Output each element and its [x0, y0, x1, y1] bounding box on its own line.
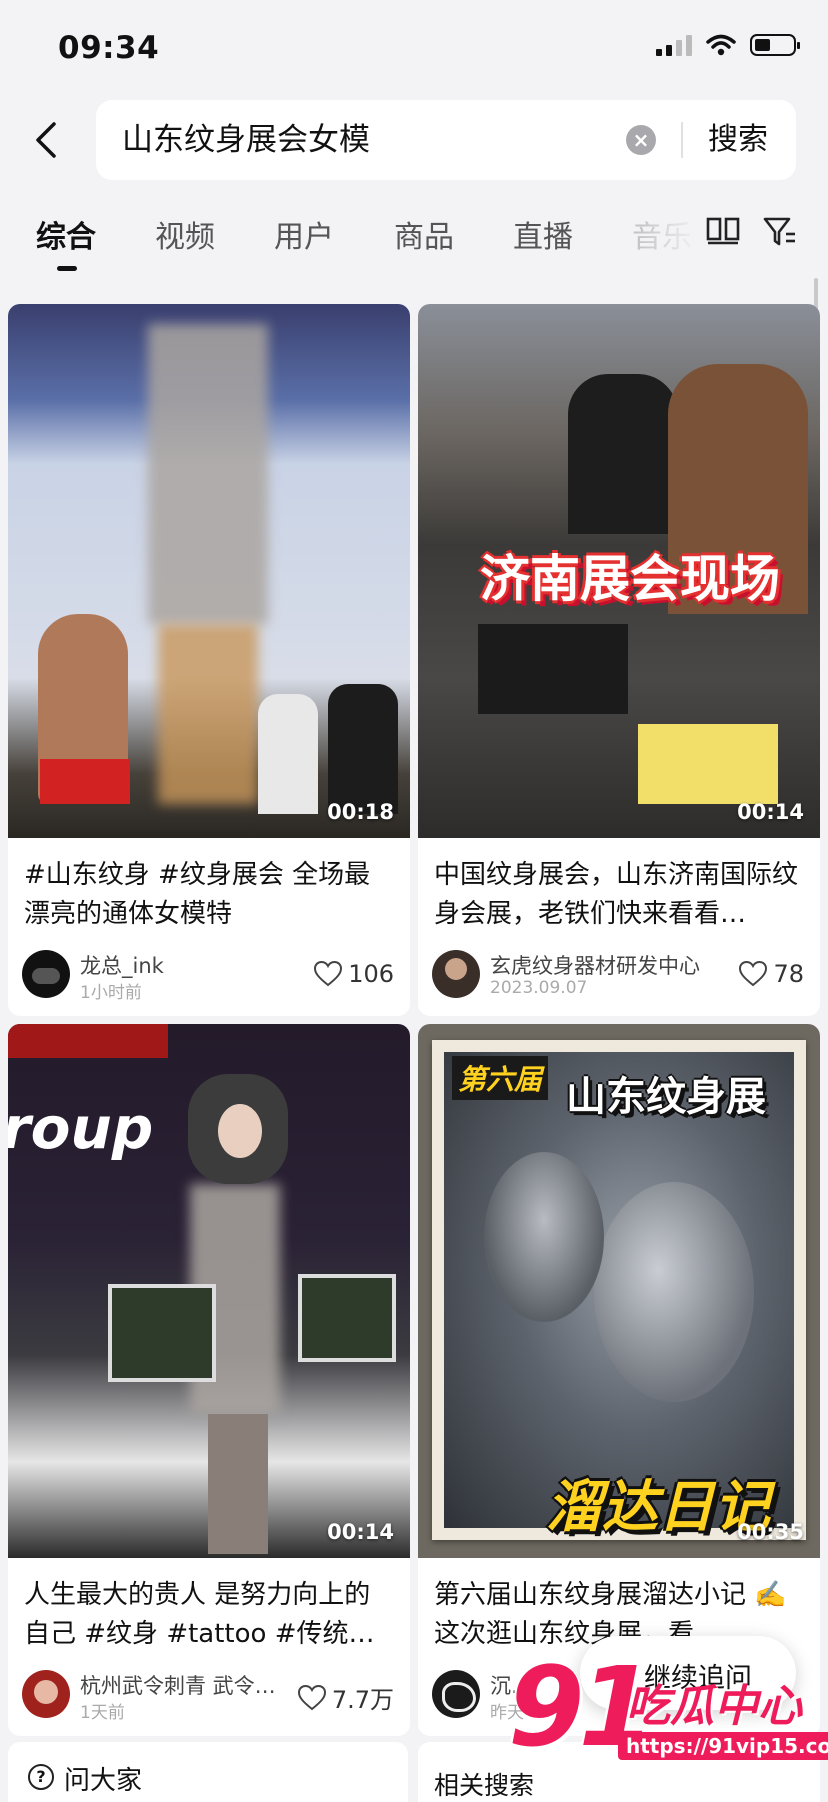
person-face	[218, 1104, 262, 1158]
author-name[interactable]: 龙总_ink	[80, 950, 230, 980]
video-card[interactable]: 第六届 山东纹身展 溜达日记 00:35 第六届山东纹身展溜达小记 ✍️ 这次逛…	[418, 1024, 820, 1736]
tab-bar: 综合 视频 用户 商品 直播 音乐	[0, 200, 828, 271]
video-thumbnail[interactable]: 济南展会现场 00:14	[418, 304, 820, 838]
score-board	[298, 1274, 396, 1362]
like-number: 106	[348, 960, 394, 988]
video-thumbnail[interactable]: 00:18	[8, 304, 410, 838]
post-time: 2023.09.07	[490, 978, 588, 998]
like-count[interactable]: 7.7万	[297, 1680, 394, 1715]
video-card[interactable]: 00:18 #山东纹身 #纹身展会 全场最漂亮的通体女模特 龙总_ink 1小时…	[8, 304, 410, 1016]
tab-live[interactable]: 直播	[513, 212, 573, 256]
battery-icon	[750, 34, 800, 56]
thumbnail-caption: 济南展会现场	[480, 550, 780, 608]
author-avatar[interactable]	[22, 1670, 70, 1718]
post-time: 1天前	[80, 1703, 125, 1723]
video-duration: 00:14	[327, 1520, 394, 1544]
layout-toggle-icon[interactable]	[706, 216, 740, 246]
like-number: 78	[773, 960, 804, 988]
status-bar: 09:34	[0, 0, 828, 98]
statue-artwork	[444, 1052, 794, 1528]
heart-icon	[297, 1684, 326, 1710]
thumbnail-tag: 第六届	[452, 1056, 549, 1100]
back-button[interactable]	[22, 110, 70, 170]
watermark-url: https://91vip15.com	[618, 1732, 828, 1760]
search-input[interactable]: 山东纹身展会女模	[122, 100, 370, 180]
question-icon: ?	[28, 1764, 54, 1790]
equipment-case	[478, 624, 628, 714]
figure-legs	[208, 1414, 268, 1554]
search-box[interactable]: 山东纹身展会女模 × 搜索	[96, 100, 796, 180]
thumbnail-caption: 山东纹身展	[566, 1074, 766, 1120]
heart-icon	[314, 961, 343, 987]
video-card[interactable]: 济南展会现场 00:14 中国纹身展会，山东济南国际纹身会展，老铁们快来看看… …	[418, 304, 820, 1016]
tab-active-indicator	[57, 266, 77, 271]
security-guard	[328, 684, 398, 814]
tab-general[interactable]: 综合	[36, 212, 96, 256]
statue-face	[594, 1182, 754, 1402]
video-title[interactable]: #山东纹身 #纹身展会 全场最漂亮的通体女模特	[24, 856, 394, 934]
search-divider	[681, 122, 683, 158]
thumbnail-caption: roup	[8, 1094, 154, 1162]
post-time: 1小时前	[80, 983, 142, 1003]
like-number: 7.7万	[331, 1686, 394, 1714]
video-card[interactable]: roup 00:14 人生最大的贵人 是努力向上的自己 #纹身 #tattoo …	[8, 1024, 410, 1736]
score-board	[108, 1284, 216, 1382]
tab-fade	[640, 200, 700, 270]
like-count[interactable]: 106	[314, 960, 394, 988]
like-count[interactable]: 78	[739, 960, 804, 988]
tab-users[interactable]: 用户	[274, 212, 334, 256]
spectator-figure	[258, 694, 318, 814]
filter-icon[interactable]	[762, 216, 798, 248]
status-time: 09:34	[58, 30, 160, 66]
figure-legs	[158, 624, 258, 804]
tab-products[interactable]: 商品	[394, 212, 454, 256]
censor-blur	[148, 324, 268, 624]
author-avatar[interactable]	[432, 950, 480, 998]
video-title[interactable]: 中国纹身展会，山东济南国际纹身会展，老铁们快来看看…	[434, 856, 804, 934]
person-figure	[568, 374, 678, 534]
video-thumbnail[interactable]: roup 00:14	[8, 1024, 410, 1558]
author-name[interactable]: 玄虎纹身器材研发中心	[490, 950, 730, 980]
video-duration: 00:18	[327, 800, 394, 824]
author-name[interactable]: 杭州武令刺青 武令…	[80, 1670, 286, 1700]
search-button[interactable]: 搜索	[708, 100, 768, 180]
video-duration: 00:35	[737, 1520, 804, 1544]
status-icons	[656, 34, 800, 56]
watermark-logo: 91 吃瓜中心 https://91vip15.com	[508, 1652, 828, 1770]
wifi-icon	[706, 34, 736, 56]
video-thumbnail[interactable]: 第六届 山东纹身展 溜达日记 00:35	[418, 1024, 820, 1558]
watermark-name: 吃瓜中心	[626, 1681, 802, 1732]
chevron-left-icon	[36, 122, 56, 158]
red-shorts	[40, 759, 130, 804]
statue-face	[484, 1152, 604, 1322]
video-duration: 00:14	[737, 800, 804, 824]
video-title[interactable]: 人生最大的贵人 是努力向上的自己 #纹身 #tattoo #传统纹…	[24, 1576, 394, 1654]
search-bar-row: 山东纹身展会女模 × 搜索	[0, 98, 828, 182]
ask-everyone-label: 问大家	[64, 1766, 143, 1796]
author-avatar[interactable]	[22, 950, 70, 998]
related-search-label: 相关搜索	[434, 1771, 535, 1800]
heart-icon	[739, 961, 768, 987]
cellular-signal-icon	[656, 34, 692, 56]
clear-search-icon[interactable]: ×	[626, 125, 656, 155]
yellow-paper	[638, 724, 778, 804]
ask-everyone-card[interactable]: ? 问大家	[8, 1742, 408, 1802]
tab-video[interactable]: 视频	[155, 212, 215, 256]
banner-red	[8, 1024, 168, 1058]
author-avatar[interactable]	[432, 1670, 480, 1718]
